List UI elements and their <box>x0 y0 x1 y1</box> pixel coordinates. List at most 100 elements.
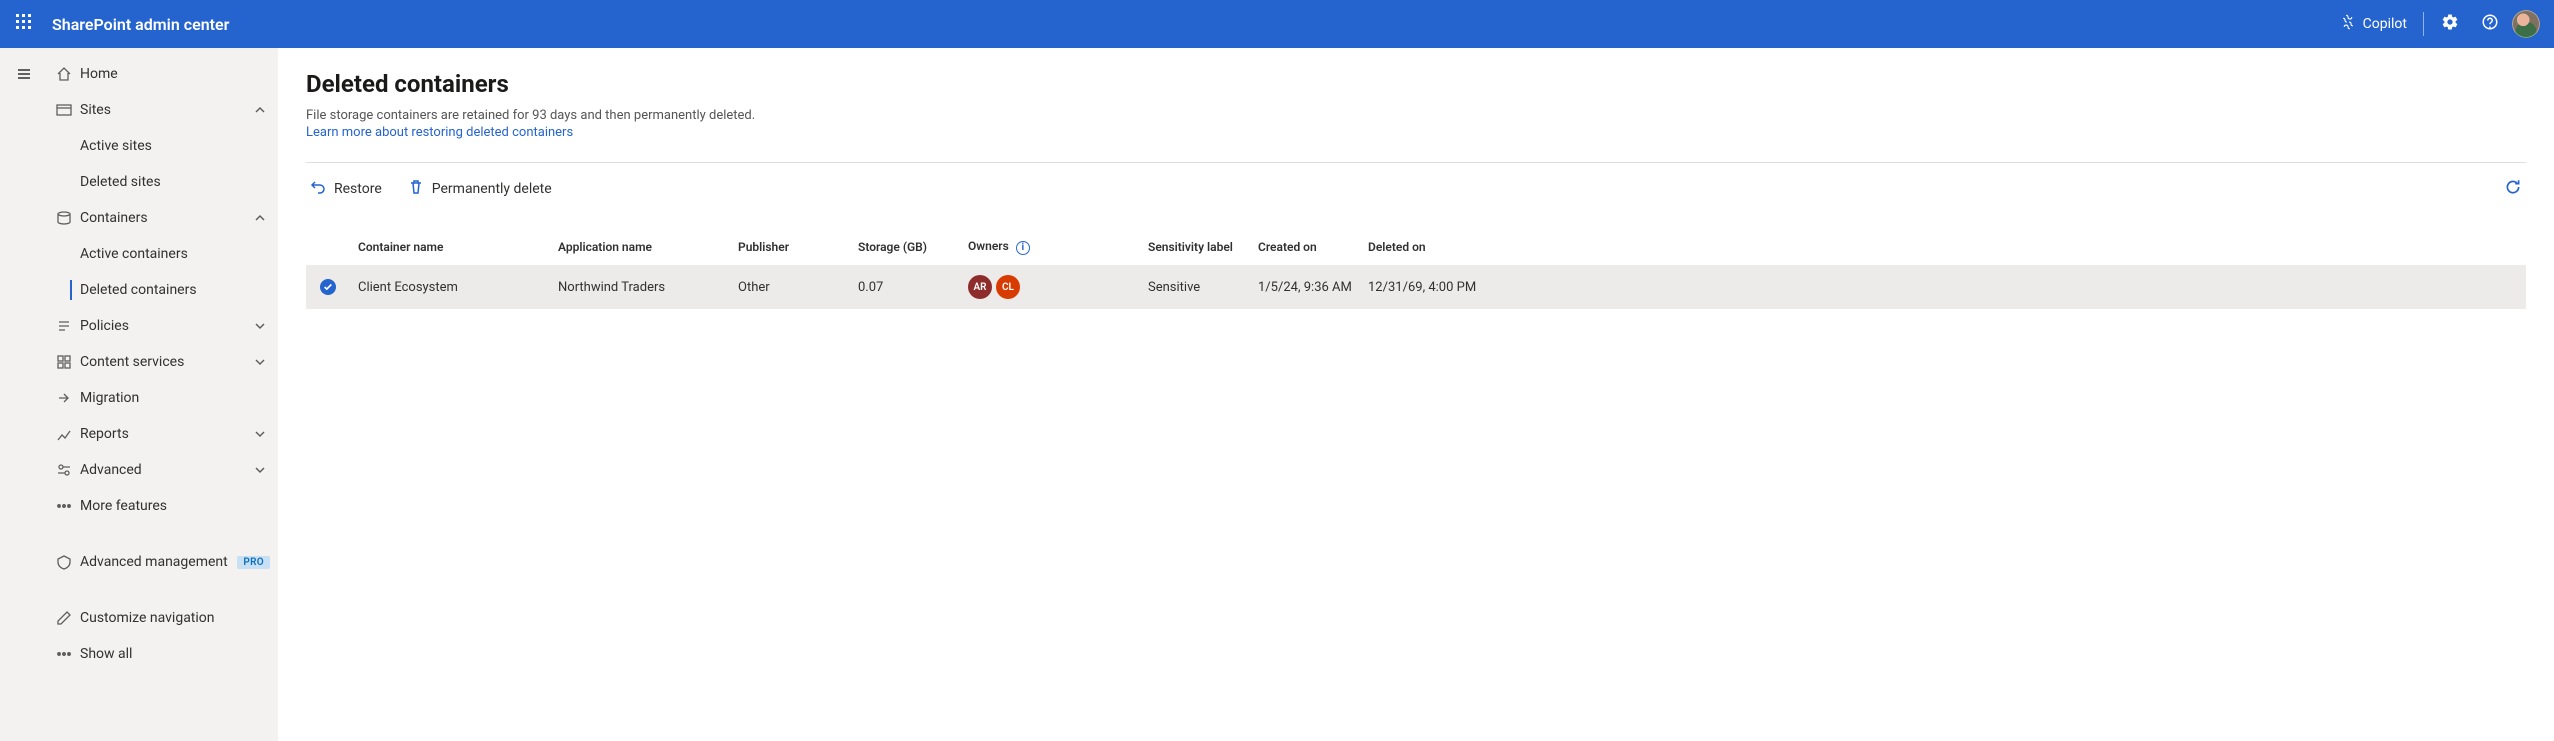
hamburger-icon <box>16 66 32 86</box>
owner-avatar[interactable]: CL <box>996 275 1020 299</box>
refresh-icon <box>2504 178 2522 200</box>
nav-advanced-management[interactable]: Advanced management PRO <box>48 544 278 580</box>
nav-show-all-label: Show all <box>76 646 270 662</box>
nav-reports-label: Reports <box>76 426 250 442</box>
col-deleted-on[interactable]: Deleted on <box>1360 229 1540 265</box>
policies-icon <box>52 318 76 334</box>
page-title: Deleted containers <box>306 70 2526 98</box>
chevron-up-icon <box>250 104 270 116</box>
migration-icon <box>52 390 76 406</box>
copilot-icon <box>2339 13 2357 35</box>
nav-migration-label: Migration <box>76 390 270 406</box>
info-icon[interactable]: i <box>1016 241 1030 255</box>
help-button[interactable] <box>2470 0 2510 48</box>
chevron-down-icon <box>250 428 270 440</box>
nav-active-containers-label: Active containers <box>80 246 188 262</box>
containers-icon <box>52 210 76 226</box>
col-select[interactable] <box>306 229 350 265</box>
col-owners[interactable]: Owners i <box>960 229 1140 265</box>
nav-more-features[interactable]: More features <box>48 488 278 524</box>
cell-owners: ARCL <box>960 265 1140 309</box>
cell-storage: 0.07 <box>850 265 960 309</box>
col-storage[interactable]: Storage (GB) <box>850 229 960 265</box>
nav-active-sites[interactable]: Active sites <box>48 128 278 164</box>
app-launcher-button[interactable] <box>0 0 48 48</box>
nav-home[interactable]: Home <box>48 56 278 92</box>
nav-deleted-containers-label: Deleted containers <box>80 282 197 298</box>
col-sensitivity[interactable]: Sensitivity label <box>1140 229 1250 265</box>
reports-icon <box>52 426 76 442</box>
nav-content-services-label: Content services <box>76 354 250 370</box>
settings-button[interactable] <box>2430 0 2470 48</box>
nav-advanced[interactable]: Advanced <box>48 452 278 488</box>
nav-reports[interactable]: Reports <box>48 416 278 452</box>
col-created-on[interactable]: Created on <box>1250 229 1360 265</box>
nav-customize-navigation[interactable]: Customize navigation <box>48 600 278 636</box>
nav-sites[interactable]: Sites <box>48 92 278 128</box>
edit-icon <box>52 610 76 626</box>
nav-more-features-label: More features <box>76 498 270 514</box>
cell-application-name: Northwind Traders <box>550 265 730 309</box>
nav-sites-label: Sites <box>76 102 250 118</box>
nav-toggle-button[interactable] <box>8 60 40 92</box>
nav-customize-navigation-label: Customize navigation <box>76 610 270 626</box>
gear-icon <box>2441 13 2459 35</box>
nav-containers[interactable]: Containers <box>48 200 278 236</box>
nav-home-label: Home <box>76 66 270 82</box>
advanced-management-icon <box>52 554 76 570</box>
learn-more-link[interactable]: Learn more about restoring deleted conta… <box>306 125 573 140</box>
chevron-up-icon <box>250 212 270 224</box>
app-header: SharePoint admin center Copilot <box>0 0 2554 48</box>
cell-publisher: Other <box>730 265 850 309</box>
restore-label: Restore <box>334 181 382 197</box>
col-publisher[interactable]: Publisher <box>730 229 850 265</box>
pro-badge: PRO <box>237 556 270 569</box>
side-navigation: Home Sites Active sites Deleted sites Co… <box>48 48 278 741</box>
col-owners-label: Owners <box>968 239 1009 253</box>
header-divider <box>2423 12 2424 36</box>
page-description: File storage containers are retained for… <box>306 108 2526 123</box>
sites-icon <box>52 102 76 118</box>
nav-deleted-containers[interactable]: Deleted containers <box>48 272 278 308</box>
nav-policies[interactable]: Policies <box>48 308 278 344</box>
nav-active-containers[interactable]: Active containers <box>48 236 278 272</box>
cell-container-name: Client Ecosystem <box>350 265 550 309</box>
table-row[interactable]: Client EcosystemNorthwind TradersOther0.… <box>306 265 2526 309</box>
user-avatar[interactable] <box>2512 10 2540 38</box>
chevron-down-icon <box>250 320 270 332</box>
containers-table: Container name Application name Publishe… <box>306 229 2526 309</box>
nav-content-services[interactable]: Content services <box>48 344 278 380</box>
content-services-icon <box>52 354 76 370</box>
home-icon <box>52 66 76 82</box>
undo-icon <box>310 179 326 199</box>
waffle-icon <box>16 14 32 34</box>
more-icon <box>52 498 76 514</box>
col-application-name[interactable]: Application name <box>550 229 730 265</box>
permanently-delete-button[interactable]: Permanently delete <box>404 173 556 205</box>
app-title: SharePoint admin center <box>48 15 229 34</box>
nav-containers-label: Containers <box>76 210 250 226</box>
nav-advanced-management-label: Advanced management <box>76 554 229 570</box>
permanently-delete-label: Permanently delete <box>432 181 552 197</box>
nav-collapse-rail <box>0 48 48 741</box>
copilot-label: Copilot <box>2363 16 2407 32</box>
chevron-down-icon <box>250 464 270 476</box>
restore-button[interactable]: Restore <box>306 173 386 205</box>
nav-deleted-sites[interactable]: Deleted sites <box>48 164 278 200</box>
refresh-button[interactable] <box>2500 173 2526 205</box>
copilot-button[interactable]: Copilot <box>2329 8 2417 40</box>
nav-migration[interactable]: Migration <box>48 380 278 416</box>
nav-show-all[interactable]: Show all <box>48 636 278 672</box>
cell-sensitivity: Sensitive <box>1140 265 1250 309</box>
col-container-name[interactable]: Container name <box>350 229 550 265</box>
command-bar: Restore Permanently delete <box>306 162 2526 215</box>
advanced-icon <box>52 462 76 478</box>
cell-created-on: 1/5/24, 9:36 AM <box>1250 265 1360 309</box>
row-select-checkbox[interactable] <box>320 279 336 295</box>
show-all-icon <box>52 646 76 662</box>
nav-deleted-sites-label: Deleted sites <box>80 174 161 190</box>
help-icon <box>2481 13 2499 35</box>
owner-avatar[interactable]: AR <box>968 275 992 299</box>
trash-icon <box>408 179 424 199</box>
cell-deleted-on: 12/31/69, 4:00 PM <box>1360 265 1540 309</box>
